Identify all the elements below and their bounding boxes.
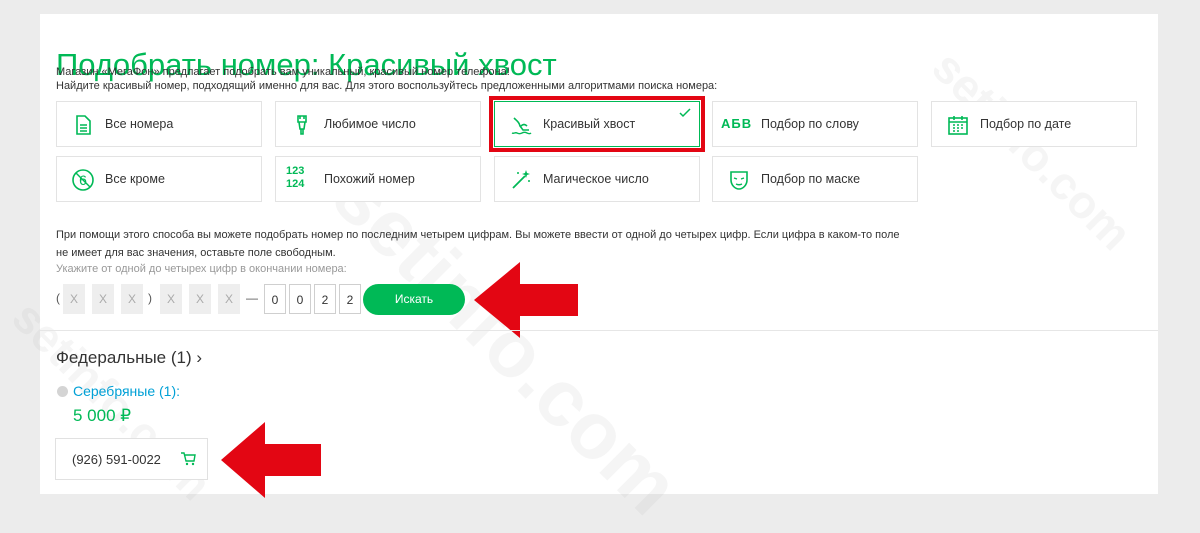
divider — [40, 330, 1158, 331]
red-arrow-annotation — [474, 262, 578, 338]
phone-number-card[interactable]: (926) 591-0022 — [55, 438, 208, 480]
tile-label: Магическое число — [543, 172, 649, 186]
tail-digit-4[interactable]: 2 — [339, 284, 361, 314]
number-digit-2[interactable]: X — [189, 284, 211, 314]
tile-magic-number[interactable]: Магическое число — [494, 156, 700, 202]
tile-favorite-number[interactable]: Любимое число — [275, 101, 481, 147]
silver-category-link[interactable]: Серебряные (1): — [73, 383, 180, 399]
calendar-icon — [946, 113, 970, 137]
tail-digit-1[interactable]: 0 — [264, 284, 286, 314]
tile-date-search[interactable]: Подбор по дате — [931, 101, 1137, 147]
tile-mask-search[interactable]: Подбор по маске — [712, 156, 918, 202]
input-hint: Укажите от одной до четырех цифр в оконч… — [56, 263, 347, 275]
cart-icon[interactable] — [180, 452, 196, 471]
tile-all-numbers[interactable]: Все номера — [56, 101, 262, 147]
tile-label: Подбор по дате — [980, 117, 1072, 131]
tile-label: Похожий номер — [324, 172, 415, 186]
brush-icon — [290, 113, 314, 137]
page-description: Магазин «МегаФон» предлагает подобрать в… — [56, 66, 510, 78]
tile-word-search[interactable]: АБВ Подбор по слову — [712, 101, 918, 147]
check-icon — [679, 106, 691, 124]
abc-icon: АБВ — [721, 116, 753, 131]
magic-wand-icon — [509, 168, 533, 192]
tail-digit-2[interactable]: 0 — [289, 284, 311, 314]
radio-icon[interactable] — [57, 386, 68, 397]
tail-digit-3[interactable]: 2 — [314, 284, 336, 314]
close-paren: ) — [148, 291, 152, 305]
method-info: При помощи этого способа вы можете подоб… — [56, 229, 900, 259]
code-digit-2[interactable]: X — [92, 284, 114, 314]
tail-icon — [509, 113, 533, 137]
page-description-2: Найдите красивый номер, подходящий именн… — [56, 80, 718, 92]
code-digit-1[interactable]: X — [63, 284, 85, 314]
phone-number: (926) 591-0022 — [72, 452, 161, 467]
tile-label: Подбор по слову — [761, 117, 859, 131]
mask-icon — [727, 168, 751, 192]
tile-label: Любимое число — [324, 117, 416, 131]
tile-label: Подбор по маске — [761, 172, 861, 186]
tile-label: Все кроме — [105, 172, 165, 186]
dash: — — [246, 291, 258, 305]
similar-number-icon: 123 124 — [286, 165, 305, 190]
number-digit-3[interactable]: X — [218, 284, 240, 314]
tile-label: Все номера — [105, 117, 174, 131]
document-icon — [71, 113, 95, 137]
tile-similar-number[interactable]: 123 124 Похожий номер — [275, 156, 481, 202]
number-digit-1[interactable]: X — [160, 284, 182, 314]
code-digit-3[interactable]: X — [121, 284, 143, 314]
except-six-icon: 6 — [71, 168, 95, 192]
tile-label: Красивый хвост — [543, 117, 636, 131]
tile-all-except[interactable]: 6 Все кроме — [56, 156, 262, 202]
search-button[interactable]: Искать — [363, 284, 465, 315]
federal-heading[interactable]: Федеральные (1) › — [56, 348, 202, 368]
tile-beautiful-tail[interactable]: Красивый хвост — [489, 96, 705, 152]
price: 5 000 ₽ — [73, 406, 132, 425]
red-arrow-annotation — [221, 422, 321, 498]
open-paren: ( — [56, 291, 60, 305]
